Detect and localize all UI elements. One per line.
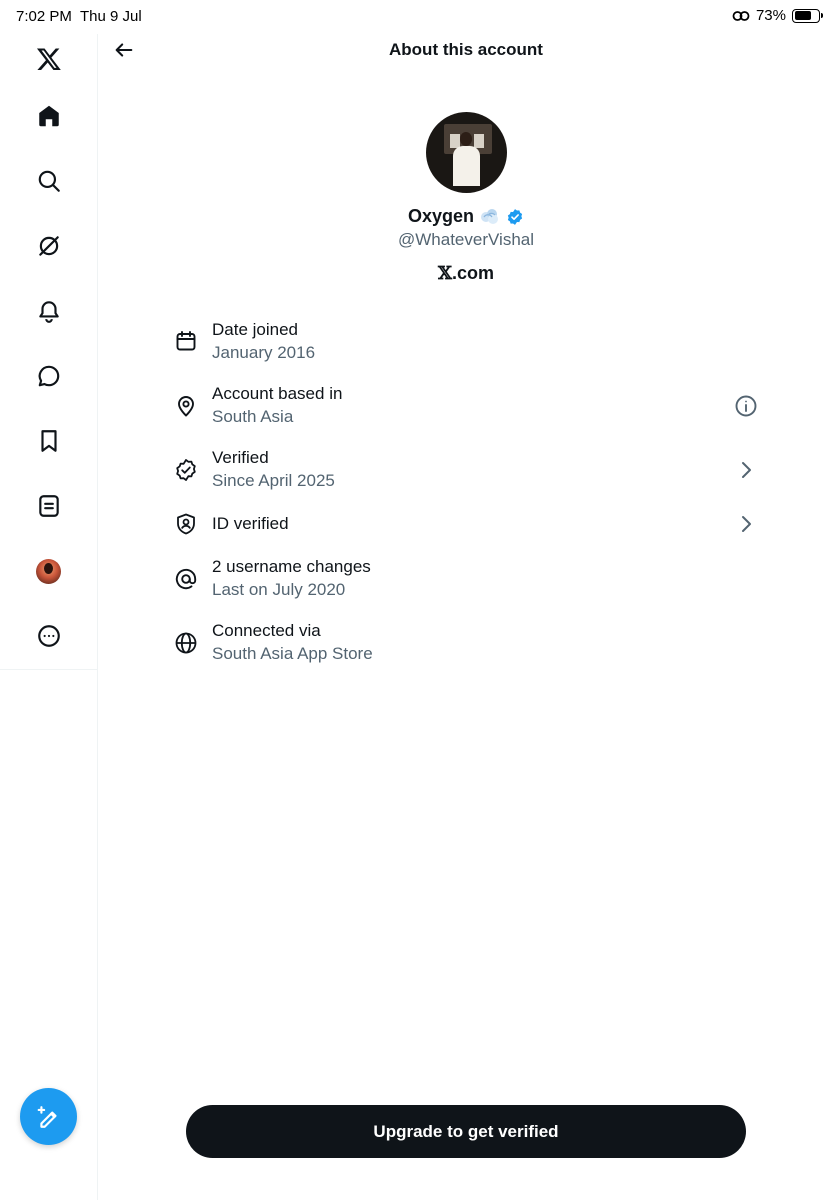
detail-account-based-in: Account based in South Asia <box>170 382 760 430</box>
detail-date-joined: Date joined January 2016 <box>170 318 760 366</box>
verified-check-icon <box>176 459 196 481</box>
detail-label: ID verified <box>212 514 289 533</box>
x-mark: 𝕏 <box>438 263 452 284</box>
link-icon <box>732 10 750 21</box>
status-time: 7:02 PM <box>16 8 72 25</box>
info-icon[interactable] <box>734 394 758 418</box>
nav-grok[interactable] <box>0 221 97 271</box>
detail-sub: January 2016 <box>212 343 316 362</box>
grok-icon <box>38 236 59 256</box>
sidebar-divider <box>0 669 98 670</box>
detail-username-changes: 2 username changes Last on July 2020 <box>170 555 760 603</box>
id-shield-icon <box>177 513 195 535</box>
display-name: Oxygen <box>407 206 475 226</box>
sidebar <box>0 34 98 1200</box>
search-icon <box>38 170 60 192</box>
x-logo-button[interactable] <box>0 34 97 84</box>
detail-label: Account based in <box>212 384 343 403</box>
page-title: About this account <box>389 40 543 59</box>
user-handle: @WhateverVishal <box>398 230 534 249</box>
nav-lists[interactable] <box>0 481 97 531</box>
profile-avatar-icon <box>36 558 61 584</box>
detail-label: Date joined <box>212 320 299 339</box>
nav-more[interactable] <box>0 611 97 661</box>
more-icon <box>37 625 60 647</box>
chevron-right-icon <box>742 462 751 478</box>
nav-messages[interactable] <box>0 351 97 401</box>
upgrade-button[interactable]: Upgrade to get verified <box>186 1105 746 1158</box>
globe-icon <box>175 632 197 654</box>
calendar-icon <box>176 331 196 351</box>
nav-notifications[interactable] <box>0 286 97 336</box>
platform-domain: 𝕏.com <box>98 263 834 284</box>
chevron-right-icon <box>742 516 751 532</box>
battery-percent: 73% <box>755 7 786 24</box>
messages-icon <box>38 365 59 387</box>
compose-icon <box>37 1105 57 1128</box>
home-icon <box>38 105 59 127</box>
detail-label: Connected via <box>212 621 321 640</box>
detail-sub: Since April 2025 <box>212 471 335 490</box>
verified-badge-icon <box>507 208 523 225</box>
nav-search[interactable] <box>0 156 97 206</box>
profile-avatar[interactable] <box>426 112 507 193</box>
nav-bookmarks[interactable] <box>0 416 97 466</box>
detail-label: 2 username changes <box>212 557 371 576</box>
detail-verified[interactable]: Verified Since April 2025 <box>170 446 760 494</box>
detail-connected-via: Connected via South Asia App Store <box>170 619 760 667</box>
notifications-icon <box>38 301 59 323</box>
x-logo-icon <box>36 48 61 71</box>
detail-sub: South Asia App Store <box>212 644 373 663</box>
status-date: Thu 9 Jul <box>80 8 142 25</box>
detail-sub: Last on July 2020 <box>212 580 346 599</box>
display-name-row: Oxygen <box>98 206 834 227</box>
status-right: 73% <box>732 7 823 24</box>
status-bar: 7:02 PM Thu 9 Jul 73% <box>0 0 834 34</box>
nav-home[interactable] <box>0 91 97 141</box>
lists-icon <box>38 495 59 517</box>
compose-button[interactable] <box>20 1088 77 1145</box>
detail-id-verified[interactable]: ID verified <box>170 510 760 540</box>
at-sign-icon <box>175 568 197 590</box>
detail-sub: South Asia <box>212 407 294 426</box>
location-icon <box>178 396 194 417</box>
domain-suffix: .com <box>451 263 494 283</box>
dashing-away-emoji-icon <box>481 208 499 224</box>
bookmarks-icon <box>40 430 57 452</box>
nav-profile[interactable] <box>0 546 97 596</box>
detail-label: Verified <box>212 448 269 467</box>
battery-icon <box>792 8 823 23</box>
